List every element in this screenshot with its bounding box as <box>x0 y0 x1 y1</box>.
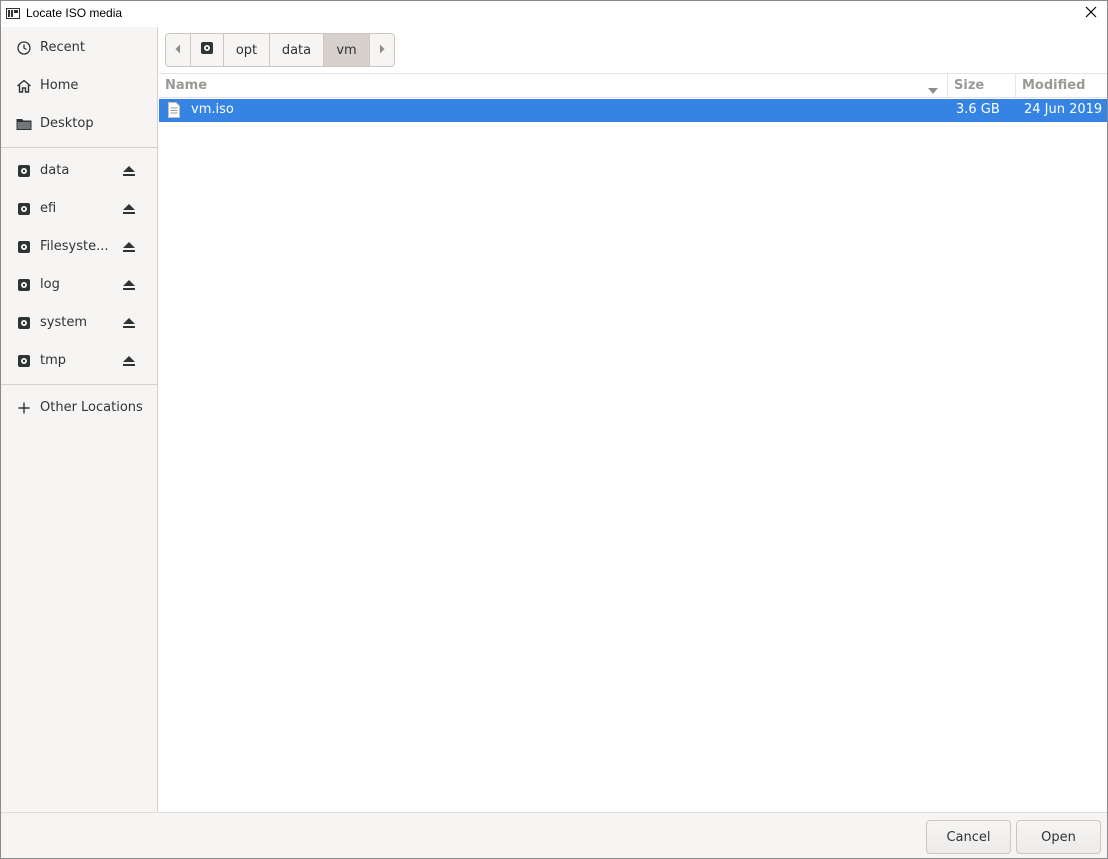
plus-icon <box>16 400 32 416</box>
home-icon <box>16 78 32 94</box>
eject-icon[interactable] <box>122 354 136 368</box>
path-root-drive-button[interactable] <box>191 34 224 66</box>
path-segment-data[interactable]: data <box>270 34 324 66</box>
table-row[interactable]: vm.iso 3.6 GB 24 Jun 2019 <box>159 99 1107 122</box>
close-button[interactable] <box>1081 4 1101 24</box>
eject-icon[interactable] <box>122 164 136 178</box>
virt-manager-icon <box>6 8 20 19</box>
sidebar-item-label: Desktop <box>40 116 94 131</box>
sidebar-separator <box>1 384 157 385</box>
file-modified: 24 Jun 2019 <box>1024 102 1103 117</box>
sidebar-item-other-locations[interactable]: Other Locations <box>1 389 157 427</box>
sidebar-item-label: data <box>40 163 70 178</box>
sidebar-item-label: Recent <box>40 40 85 55</box>
sidebar-item-data[interactable]: data <box>1 152 157 190</box>
eject-icon[interactable] <box>122 278 136 292</box>
drive-icon <box>16 353 32 369</box>
clock-icon <box>16 40 32 56</box>
sidebar-item-label: Filesyste... <box>40 239 109 254</box>
open-button[interactable]: Open <box>1016 820 1101 854</box>
path-segment-opt[interactable]: opt <box>224 34 270 66</box>
file-list-header: Name Size Modified <box>159 73 1107 98</box>
sidebar-item-home[interactable]: Home <box>1 67 157 105</box>
dialog-action-bar: Cancel Open <box>1 812 1107 858</box>
title-bar: Locate ISO media <box>1 1 1107 27</box>
sidebar-item-system[interactable]: system <box>1 304 157 342</box>
sidebar-item-label: Home <box>40 78 79 93</box>
sidebar-item-label: log <box>40 277 60 292</box>
folder-icon <box>16 116 32 132</box>
sidebar-item-label: tmp <box>40 353 67 368</box>
window-title: Locate ISO media <box>26 6 123 20</box>
eject-icon[interactable] <box>122 316 136 330</box>
path-segment-vm[interactable]: vm <box>324 34 370 66</box>
column-header-modified[interactable]: Modified <box>1022 74 1085 98</box>
column-separator[interactable] <box>1015 74 1016 98</box>
file-chooser-dialog: Locate ISO media Recent Home Desktop dat… <box>0 0 1108 859</box>
chevron-right-icon <box>379 43 385 58</box>
sidebar-item-label: system <box>40 315 87 330</box>
places-sidebar: Recent Home Desktop data efi Filesyste..… <box>1 27 158 812</box>
column-header-name[interactable]: Name <box>165 74 207 98</box>
path-bar: opt data vm <box>165 33 395 67</box>
sidebar-item-log[interactable]: log <box>1 266 157 304</box>
sidebar-item-desktop[interactable]: Desktop <box>1 105 157 143</box>
sidebar-item-label: Other Locations <box>40 400 143 415</box>
drive-icon <box>16 277 32 293</box>
drive-icon <box>16 163 32 179</box>
path-scroll-right-button[interactable] <box>370 34 394 66</box>
file-name: vm.iso <box>191 102 234 117</box>
column-separator[interactable] <box>947 74 948 98</box>
sidebar-separator <box>1 147 157 148</box>
eject-icon[interactable] <box>122 240 136 254</box>
drive-icon <box>16 239 32 255</box>
column-header-size[interactable]: Size <box>954 74 984 98</box>
eject-icon[interactable] <box>122 202 136 216</box>
path-scroll-left-button[interactable] <box>166 34 191 66</box>
sidebar-item-recent[interactable]: Recent <box>1 29 157 67</box>
drive-icon <box>200 41 214 59</box>
sort-descending-icon[interactable] <box>928 83 938 94</box>
drive-icon <box>16 315 32 331</box>
close-icon <box>1085 6 1097 22</box>
sidebar-item-label: efi <box>40 201 57 216</box>
chevron-left-icon <box>175 43 181 58</box>
sidebar-item-efi[interactable]: efi <box>1 190 157 228</box>
file-size: 3.6 GB <box>956 102 1000 117</box>
cancel-button[interactable]: Cancel <box>926 820 1011 854</box>
sidebar-item-filesystem[interactable]: Filesyste... <box>1 228 157 266</box>
file-icon <box>168 102 180 118</box>
sidebar-item-tmp[interactable]: tmp <box>1 342 157 380</box>
drive-icon <box>16 201 32 217</box>
